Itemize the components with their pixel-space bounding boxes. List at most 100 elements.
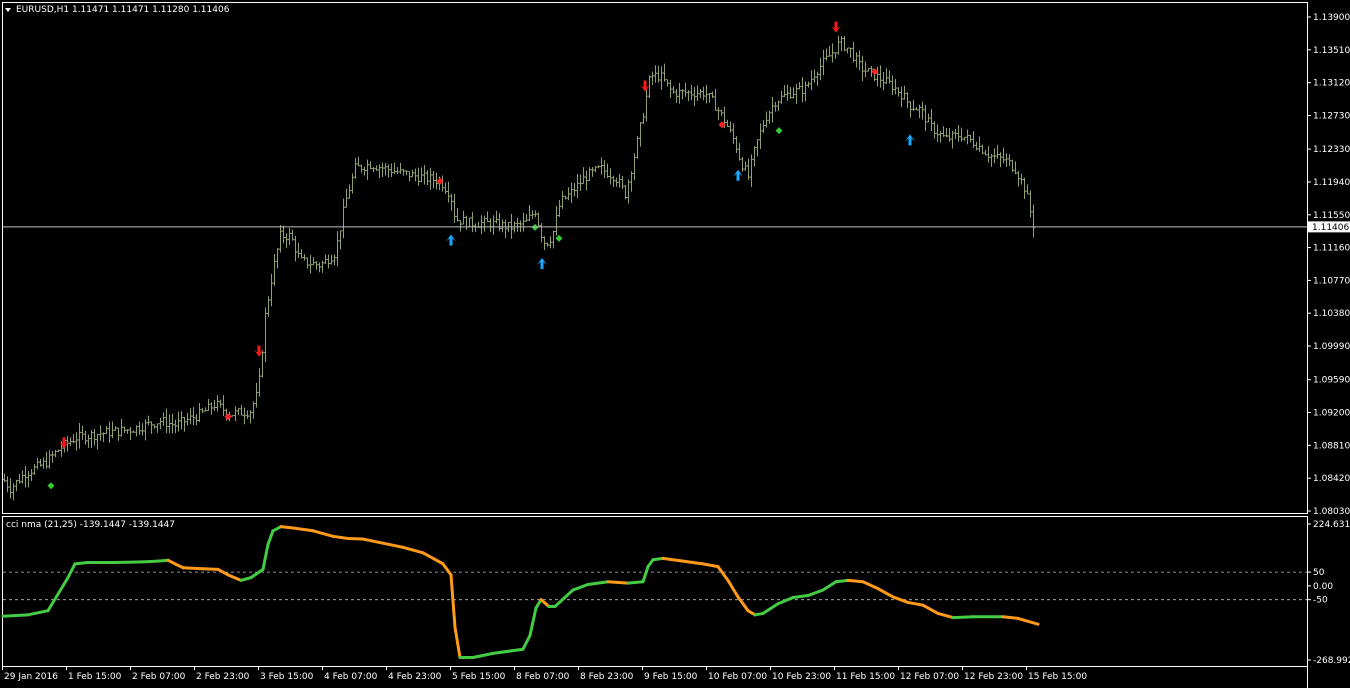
indicator-segment <box>846 578 865 584</box>
time-tick-label: 4 Feb 23:00 <box>388 672 442 682</box>
indicator-segment <box>921 603 940 615</box>
indicator-segment <box>239 576 253 582</box>
indicator-segment <box>876 587 895 599</box>
indicator-tick-label: -50 <box>1313 596 1328 606</box>
price-tick-label: 1.13510 <box>1313 46 1350 56</box>
price-tick-label: 1.09200 <box>1313 409 1350 419</box>
time-tick-label: 15 Feb 15:00 <box>1028 672 1087 682</box>
price-tick-label: 1.12330 <box>1313 145 1350 155</box>
indicator-segment <box>736 595 750 613</box>
indicator-segment <box>66 562 77 580</box>
indicator-segment <box>226 573 243 582</box>
price-tick-label: 1.08810 <box>1313 441 1350 451</box>
indicator-segment <box>651 556 665 562</box>
time-tick-label: 1 Feb 15:00 <box>68 672 122 682</box>
indicator-segment <box>201 567 220 571</box>
indicator-segment <box>761 602 780 615</box>
indicator-segment <box>46 592 60 613</box>
indicator-segment <box>421 551 445 566</box>
price-tick-label: 1.13120 <box>1313 79 1350 89</box>
main-chart-title: EURUSD,H1 1.11471 1.11471 1.11280 1.1140… <box>16 5 230 15</box>
indicator-segment <box>453 625 462 660</box>
indicator-segment <box>776 595 795 606</box>
indicator-segment <box>26 609 50 617</box>
indicator-segment <box>181 566 205 571</box>
indicator-segment <box>626 580 645 585</box>
up-arrow-icon <box>446 234 456 246</box>
indicator-segment <box>156 558 170 563</box>
indicator-segment <box>141 559 160 564</box>
price-tick-label: 1.11940 <box>1313 178 1350 188</box>
indicator-frame <box>2 516 1308 667</box>
indicator-segment <box>56 576 70 596</box>
indicator-segment <box>726 578 740 599</box>
indicator-title: cci nma (21,25) -139.1447 -139.1447 <box>6 520 175 530</box>
price-tick-label: 1.12730 <box>1313 111 1350 121</box>
indicator-segment <box>661 556 685 563</box>
indicator-segment <box>861 580 880 591</box>
time-tick-label: 5 Feb 15:00 <box>452 672 506 682</box>
indicator-segment <box>346 537 365 541</box>
price-tick-label: 1.09590 <box>1313 376 1350 386</box>
indicator-segment <box>381 541 405 549</box>
current-price-label: 1.11406 <box>1312 223 1349 233</box>
indicator-tick-label: 0.00 <box>1313 582 1333 592</box>
indicator-lines <box>1 525 1307 660</box>
down-arrow-icon <box>640 80 650 92</box>
indicator-segment <box>528 606 538 637</box>
time-tick-label: 3 Feb 15:00 <box>260 672 314 682</box>
indicator-axis: 224.6318 50 0.00 -50 -268.9929 <box>1307 520 1350 666</box>
diamond-marker-icon <box>47 482 55 490</box>
indicator-segment <box>571 583 590 592</box>
indicator-segment <box>249 567 265 580</box>
time-tick-label: 2 Feb 23:00 <box>196 672 250 682</box>
current-price-marker: 1.11406 <box>3 221 1350 233</box>
time-tick-label: 4 Feb 07:00 <box>324 672 378 682</box>
diamond-marker-icon <box>555 234 563 242</box>
indicator-segment <box>716 565 730 582</box>
chart-menu-triangle-icon[interactable] <box>5 8 11 12</box>
indicator-segment <box>449 573 457 629</box>
indicator-tick-label: 224.6318 <box>1313 520 1350 530</box>
indicator-segment <box>641 565 650 584</box>
indicator-segment <box>606 580 630 585</box>
up-arrow-icon <box>733 169 743 181</box>
indicator-segment <box>111 560 145 564</box>
price-tick-label: 1.08420 <box>1313 474 1350 484</box>
time-tick-label: 2 Feb 07:00 <box>132 672 186 682</box>
indicator-segment <box>951 615 975 620</box>
down-arrow-icon <box>831 21 841 33</box>
time-tick-label: 12 Feb 07:00 <box>900 672 959 682</box>
time-tick-label: 12 Feb 23:00 <box>964 672 1023 682</box>
indicator-segment <box>521 633 532 651</box>
chart-canvas: 1.13900 1.13510 1.13120 1.12730 1.12330 1.119… <box>1 2 1350 688</box>
up-arrow-icon <box>537 258 547 270</box>
indicator-segment <box>821 580 838 592</box>
indicator-segment <box>906 600 925 607</box>
indicator-segment <box>539 598 551 609</box>
time-tick-label: 10 Feb 07:00 <box>708 672 767 682</box>
up-arrow-icon <box>905 134 915 146</box>
time-tick-label: 29 Jan 2016 <box>4 672 58 682</box>
time-tick-label: 9 Feb 15:00 <box>644 672 698 682</box>
price-tick-label: 1.08030 <box>1313 507 1350 517</box>
price-bars <box>3 35 1035 501</box>
indicator-segment <box>73 560 90 566</box>
indicator-segment <box>1 613 30 618</box>
indicator-segment <box>291 526 315 533</box>
indicator-segment <box>681 559 705 566</box>
time-tick-label: 8 Feb 07:00 <box>516 672 570 682</box>
indicator-segment <box>586 580 610 587</box>
price-tick-label: 1.11160 <box>1313 244 1350 254</box>
time-axis: 29 Jan 2016 1 Feb 15:00 2 Feb 07:00 2 Feb 2… <box>2 666 1087 682</box>
diamond-marker-icon <box>531 223 539 231</box>
indicator-segment <box>701 562 720 569</box>
price-tick-label: 1.10770 <box>1313 276 1350 286</box>
price-tick-label: 1.11550 <box>1313 211 1350 221</box>
indicator-tick-label: -268.9929 <box>1313 656 1350 666</box>
time-tick-label: 11 Feb 15:00 <box>836 672 895 682</box>
indicator-segment <box>491 647 525 655</box>
indicator-segment <box>331 534 350 541</box>
indicator-segment <box>311 529 335 538</box>
price-tick-label: 1.10380 <box>1313 309 1350 319</box>
